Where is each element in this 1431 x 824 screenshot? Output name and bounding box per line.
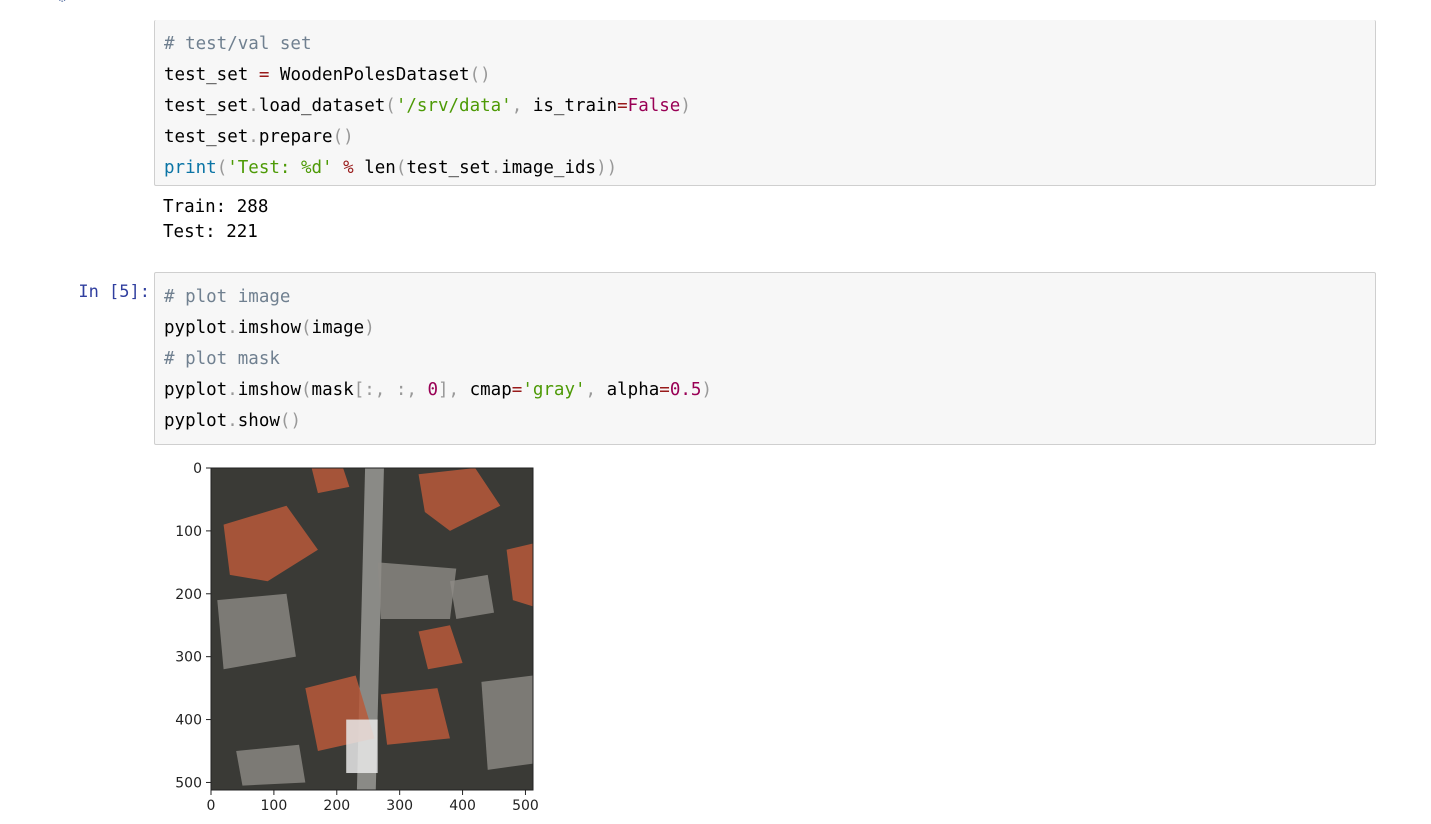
code-token: # test/val set: [164, 34, 312, 54]
code-token: (): [279, 411, 301, 431]
code-token: =: [617, 96, 628, 116]
code-token: [:, :,: [353, 380, 428, 400]
code-line: test_set.prepare(): [164, 122, 1366, 153]
building-3: [449, 574, 495, 619]
code-token: (): [332, 127, 354, 147]
x-tick-label: 0: [207, 798, 216, 814]
code-line: # test/val set: [164, 29, 1366, 60]
y-tick-label: 200: [175, 587, 202, 603]
y-tick-label: 300: [175, 650, 202, 666]
cell-4-output: Train: 288 Test: 221: [163, 195, 268, 245]
cell-4-code-editor[interactable]: # test/val set test_set = WoodenPolesData…: [154, 20, 1376, 186]
code-line: test_set.load_dataset('/srv/data', is_tr…: [164, 91, 1366, 122]
code-token: .: [490, 158, 502, 178]
code-line: pyplot.imshow(mask[:, :, 0], cmap='gray'…: [164, 375, 1366, 406]
mask-overlay: [346, 719, 378, 774]
y-tick-label: 500: [175, 775, 202, 791]
code-token: cmap: [469, 380, 512, 400]
y-tick-label: 100: [175, 524, 202, 540]
code-token: # plot image: [164, 287, 291, 307]
code-token: ): [680, 96, 691, 116]
code-token: alpha: [606, 380, 660, 400]
code-token: ): [701, 380, 712, 400]
code-token: imshow: [237, 318, 301, 338]
code-token: show: [237, 411, 280, 431]
code-token: =: [659, 380, 670, 400]
imshow-figure: 0 100 200 300 400 500 0 100 200 300 400 500: [175, 461, 539, 814]
code-token: test_set: [164, 96, 249, 116]
code-token: %: [343, 158, 354, 178]
code-token: (: [216, 158, 228, 178]
code-token: (: [300, 318, 312, 338]
aerial-image: [211, 468, 533, 790]
code-token: 'gray': [522, 380, 586, 400]
x-tick-label: 200: [323, 798, 350, 814]
cell-5-output-plot: 0 100 200 300 400 500 0 100 200 300 400 500: [154, 455, 554, 820]
code-token: pyplot: [164, 380, 228, 400]
code-token: test_set: [164, 127, 249, 147]
stdout-line: Train: 288: [163, 197, 269, 217]
code-line: print('Test: %d' % len(test_set.image_id…: [164, 153, 1366, 184]
y-tick-label: 400: [175, 713, 202, 729]
code-token: mask: [311, 380, 354, 400]
kernel-indicator-icon: ◌: [58, 0, 78, 4]
code-token: =: [511, 380, 523, 400]
code-token: 0.5: [669, 380, 702, 400]
building-0: [217, 593, 296, 670]
code-token: ],: [438, 380, 470, 400]
code-token: ): [364, 318, 375, 338]
code-token: .: [248, 96, 259, 116]
stdout-line: Test: 221: [163, 222, 258, 242]
x-tick-label: 400: [449, 798, 476, 814]
y-tick-label: 0: [193, 461, 202, 477]
code-line: pyplot.show(): [164, 406, 1366, 437]
code-token: (): [469, 65, 491, 85]
code-token: load_dataset: [258, 96, 386, 116]
code-token: is_train: [532, 96, 618, 116]
code-token: print: [164, 158, 217, 178]
code-token: WoodenPolesDataset: [269, 65, 470, 85]
cell-5-code-editor[interactable]: # plot image pyplot.imshow(image) # plot m…: [154, 272, 1376, 445]
cell-5-prompt: In [5]:: [78, 282, 150, 302]
code-token: )): [596, 158, 618, 178]
code-token: .: [227, 411, 238, 431]
code-token: pyplot: [164, 318, 228, 338]
code-token: len: [353, 158, 396, 178]
x-tick-label: 300: [386, 798, 413, 814]
code-token: False: [627, 96, 681, 116]
code-token: test_set: [164, 65, 259, 85]
code-token: '/srv/data': [395, 96, 512, 116]
code-token: ,: [511, 96, 533, 116]
code-line: # plot image: [164, 282, 1366, 313]
code-token: .: [248, 127, 259, 147]
code-token: ,: [585, 380, 607, 400]
code-token: image_ids: [501, 158, 597, 178]
code-line: test_set = WoodenPolesDataset(): [164, 60, 1366, 91]
code-line: # plot mask: [164, 344, 1366, 375]
code-token: pyplot: [164, 411, 228, 431]
code-line: pyplot.imshow(image): [164, 313, 1366, 344]
code-token: (: [300, 380, 312, 400]
code-token: =: [258, 65, 270, 85]
code-token: image: [311, 318, 365, 338]
code-token: 'Test: %d': [227, 158, 333, 178]
code-token: test_set: [406, 158, 491, 178]
code-token: 0: [427, 380, 438, 400]
code-token: prepare: [258, 127, 333, 147]
x-tick-label: 500: [512, 798, 539, 814]
building-2: [481, 675, 533, 770]
code-token: .: [227, 380, 238, 400]
code-token: # plot mask: [164, 349, 280, 369]
x-tick-label: 100: [261, 798, 288, 814]
code-token: (: [385, 96, 396, 116]
building-1: [377, 562, 457, 619]
code-token: (: [395, 158, 407, 178]
code-token: .: [227, 318, 238, 338]
code-token: imshow: [237, 380, 301, 400]
building-4: [236, 744, 306, 786]
